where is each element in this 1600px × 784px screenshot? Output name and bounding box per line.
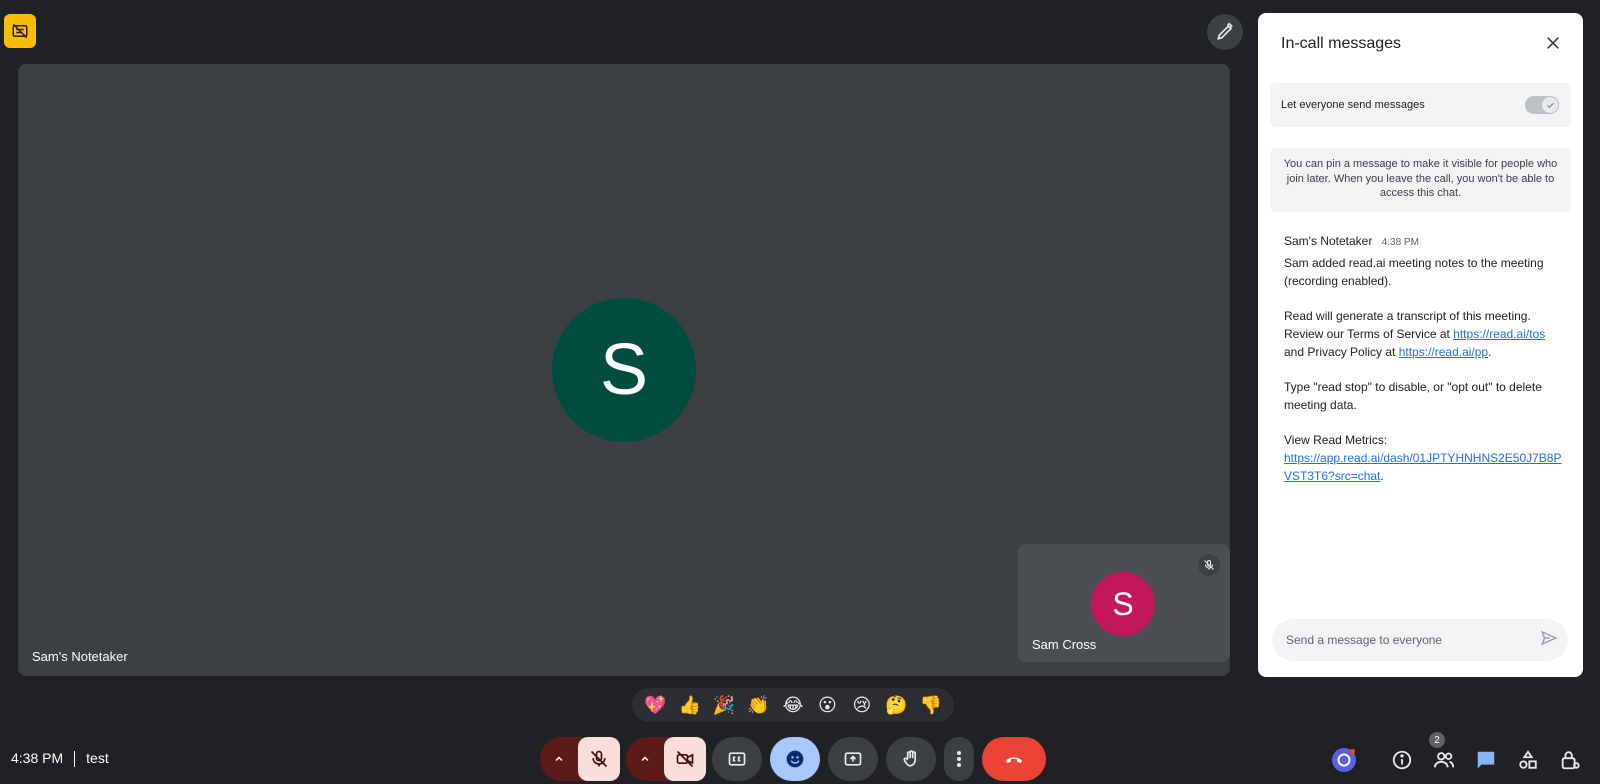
metrics-link[interactable]: https://app.read.ai/dash/01JPTYHNHNS2E50… xyxy=(1284,451,1562,483)
self-avatar: S xyxy=(1091,572,1155,636)
reaction-sparkling-heart[interactable]: 💖 xyxy=(640,695,670,716)
message-input[interactable] xyxy=(1286,633,1540,647)
message-time: 4:38 PM xyxy=(1381,237,1419,248)
message-paragraph: View Read Metrics: https://app.read.ai/da… xyxy=(1284,433,1562,483)
reaction-sad[interactable]: 😢 xyxy=(847,695,877,716)
message-sender: Sam's Notetaker xyxy=(1284,234,1373,248)
reaction-clap[interactable]: 👏 xyxy=(744,695,774,716)
main-participant-name: Sam's Notetaker xyxy=(32,649,128,664)
camera-control-group xyxy=(626,737,706,781)
camera-toggle-button[interactable] xyxy=(664,737,706,781)
activities-icon[interactable] xyxy=(1516,748,1540,772)
people-icon[interactable] xyxy=(1432,748,1456,772)
no-recording-icon[interactable] xyxy=(4,14,36,48)
self-video-tile[interactable]: S Sam Cross xyxy=(1018,544,1230,662)
reaction-laugh[interactable]: 😂 xyxy=(778,695,808,716)
let-everyone-send-row: Let everyone send messages xyxy=(1270,83,1571,127)
present-button[interactable] xyxy=(828,737,878,781)
panel-title: In-call messages xyxy=(1281,35,1402,52)
main-avatar: S xyxy=(552,298,696,442)
reactions-bar: 💖 👍 🎉 👏 😂 😮 😢 🤔 👎 xyxy=(632,688,954,722)
message-paragraph: Type "read stop" to disable, or "opt out… xyxy=(1284,380,1542,412)
toggle-label: Let everyone send messages xyxy=(1281,99,1425,111)
mic-toggle-button[interactable] xyxy=(578,737,620,781)
meeting-name: test xyxy=(86,750,109,766)
clock-time: 4:38 PM xyxy=(11,750,64,766)
captions-icon xyxy=(728,752,746,766)
let-everyone-send-toggle[interactable] xyxy=(1525,96,1559,114)
mic-off-icon xyxy=(1198,554,1220,576)
people-count-badge: 2 xyxy=(1429,732,1445,748)
info-icon[interactable] xyxy=(1390,748,1414,772)
send-icon[interactable] xyxy=(1540,629,1558,652)
reaction-thumbs-up[interactable]: 👍 xyxy=(675,695,705,716)
message-paragraph: Read will generate a transcript of this … xyxy=(1284,309,1546,359)
check-icon xyxy=(1542,97,1558,113)
camera-options-button[interactable] xyxy=(626,737,664,781)
reaction-thumbs-down[interactable]: 👎 xyxy=(916,695,946,716)
chat-message: Sam's Notetaker 4:38 PM Sam added read.a… xyxy=(1284,232,1562,502)
tos-link[interactable]: https://read.ai/tos xyxy=(1453,327,1545,341)
close-icon[interactable] xyxy=(1541,31,1565,55)
emoji-icon xyxy=(786,750,804,768)
reaction-surprised[interactable]: 😮 xyxy=(812,695,842,716)
message-composer xyxy=(1272,619,1568,661)
emoji-button[interactable] xyxy=(770,737,820,781)
mic-control-group xyxy=(540,737,620,781)
captions-button[interactable] xyxy=(712,737,762,781)
reaction-party[interactable]: 🎉 xyxy=(709,695,739,716)
meeting-info: 4:38 PM test xyxy=(11,750,109,768)
message-paragraph: Sam added read.ai meeting notes to the m… xyxy=(1284,256,1544,288)
mic-options-button[interactable] xyxy=(540,737,578,781)
pen-icon[interactable] xyxy=(1207,14,1243,50)
reaction-thinking[interactable]: 🤔 xyxy=(881,695,911,716)
hang-up-button[interactable] xyxy=(982,737,1046,781)
companion-app-icon[interactable] xyxy=(1332,748,1356,772)
chat-icon[interactable] xyxy=(1474,748,1498,772)
raise-hand-icon xyxy=(903,750,916,767)
raise-hand-button[interactable] xyxy=(886,737,936,781)
host-controls-icon[interactable] xyxy=(1558,748,1582,772)
pin-info-box: You can pin a message to make it visible… xyxy=(1270,148,1571,212)
more-options-button[interactable] xyxy=(944,737,974,781)
more-vert-icon xyxy=(957,751,961,767)
privacy-link[interactable]: https://read.ai/pp xyxy=(1399,345,1488,359)
chat-panel: In-call messages Let everyone send messa… xyxy=(1258,13,1583,677)
hang-up-icon xyxy=(1005,757,1023,764)
present-icon xyxy=(844,752,862,766)
self-participant-name: Sam Cross xyxy=(1032,637,1097,652)
